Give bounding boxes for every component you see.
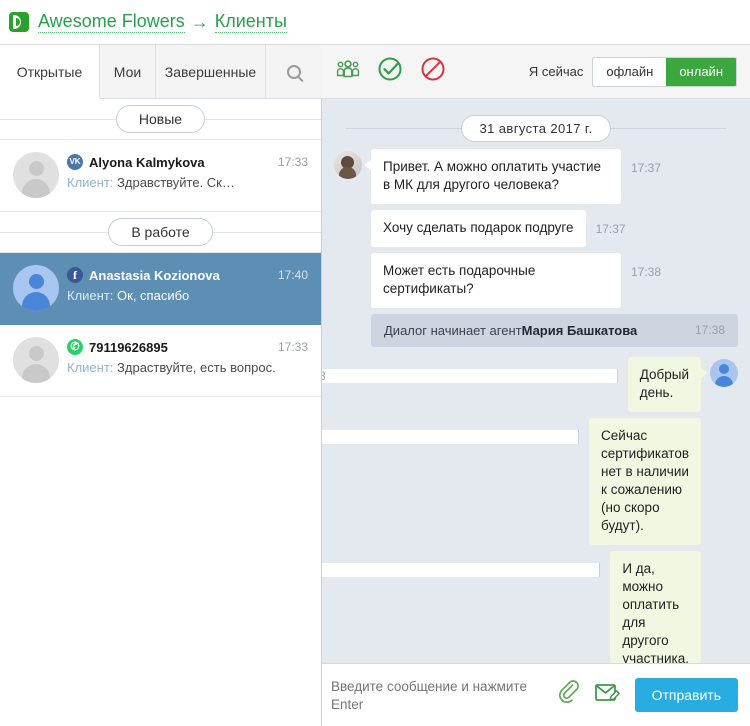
list-item[interactable]: ✆ 79119626895 17:33 Клиент: Здраствуйте,… <box>0 325 321 397</box>
conversation-sidebar: Открытые Мои Завершенные Новые VK Alyona… <box>0 45 322 726</box>
tab-open[interactable]: Открытые <box>0 45 100 99</box>
check-circle-icon[interactable] <box>377 56 403 87</box>
conversation-preview: Клиент: Здравствуйте. Ск… <box>67 175 308 190</box>
conversation-list[interactable]: Новые VK Alyona Kalmykova 17:33 Клиент: … <box>0 99 321 726</box>
whatsapp-icon: ✆ <box>67 339 83 355</box>
app-header: Awesome Flowers → Клиенты <box>0 0 750 44</box>
logo-d-icon <box>9 12 29 32</box>
message-row: 17:38 И да, можно оплатить для другого у… <box>322 551 738 663</box>
conversation-time: 17:40 <box>277 268 308 282</box>
message-time: 17:38 <box>694 323 725 337</box>
conversation-body: VK Alyona Kalmykova 17:33 Клиент: Здравс… <box>67 152 308 198</box>
message-composer: Отправить <box>322 663 750 726</box>
message-bubble: Добрый день. <box>627 357 709 412</box>
message-row: 17:38 Сейчас сертификатов нет в наличии … <box>322 418 738 545</box>
message-row: Хочу сделать подарок подруге 17:37 <box>334 210 738 247</box>
paperclip-icon[interactable] <box>555 679 581 711</box>
message-time: 17:37 <box>595 222 626 236</box>
date-label: 31 августа 2017 г. <box>460 114 612 142</box>
envelope-edit-icon[interactable] <box>594 682 621 709</box>
avatar <box>13 265 59 311</box>
sidebar-tabbar: Открытые Мои Завершенные <box>0 45 322 99</box>
main-split: Открытые Мои Завершенные Новые VK Alyona… <box>0 44 750 726</box>
conversation-preview: Клиент: Здраствуйте, есть вопрос. <box>67 360 308 375</box>
chat-panel: Я сейчас офлайн онлайн 31 августа 2017 г… <box>322 45 750 726</box>
breadcrumb-company[interactable]: Awesome Flowers <box>38 11 185 33</box>
breadcrumb-section[interactable]: Клиенты <box>214 11 287 33</box>
system-message-text: Диалог начинает агент <box>384 323 522 338</box>
ban-circle-icon[interactable] <box>420 56 446 87</box>
system-message-agent: Мария Башкатова <box>521 323 638 338</box>
date-divider: 31 августа 2017 г. <box>334 107 738 149</box>
group-divider-new: Новые <box>0 99 321 140</box>
vk-icon: VK <box>67 154 83 170</box>
facebook-icon: f <box>67 267 83 283</box>
message-list[interactable]: 31 августа 2017 г. Привет. А можно оплат… <box>322 99 750 663</box>
tab-completed[interactable]: Завершенные <box>156 45 266 98</box>
chat-toolbar: Я сейчас офлайн онлайн <box>322 45 750 99</box>
conversation-body: f Anastasia Kozionova 17:40 Клиент: Ок, … <box>67 265 308 311</box>
send-button[interactable]: Отправить <box>634 678 738 712</box>
composer-icons <box>555 679 621 711</box>
preview-sender: Клиент: <box>67 360 114 375</box>
message-bubble: И да, можно оплатить для другого участни… <box>610 551 701 663</box>
message-bubble: Сейчас сертификатов нет в наличии к сожа… <box>589 418 701 545</box>
message-input[interactable] <box>331 676 547 714</box>
status-toggle[interactable]: офлайн онлайн <box>592 56 737 87</box>
message-row: Привет. А можно оплатить участие в МК дл… <box>334 149 738 204</box>
system-message: Диалог начинает агент Мария Башкатова 17… <box>371 314 738 347</box>
avatar <box>334 151 362 179</box>
list-item[interactable]: VK Alyona Kalmykova 17:33 Клиент: Здравс… <box>0 140 321 212</box>
message-row: Может есть подарочные сертификаты? 17:38 <box>334 253 738 308</box>
preview-sender: Клиент: <box>67 288 114 303</box>
contact-name: Anastasia Kozionova <box>89 267 220 283</box>
message-time: 17:38 <box>322 563 601 577</box>
message-time: 17:38 <box>322 369 618 383</box>
message-bubble: Привет. А можно оплатить участие в МК дл… <box>364 149 621 204</box>
message-row: 17:38 Добрый день. <box>322 357 738 412</box>
conversation-title-row: VK Alyona Kalmykova 17:33 <box>67 154 308 170</box>
preview-sender: Клиент: <box>67 175 114 190</box>
chat-action-icons <box>336 56 446 87</box>
message-time: 17:37 <box>631 161 662 175</box>
avatar <box>710 359 738 387</box>
message-time: 17:38 <box>631 265 662 279</box>
message-bubble: Хочу сделать подарок подруге <box>371 210 586 247</box>
group-label: В работе <box>108 218 213 246</box>
conversation-preview: Клиент: Ок, спасибо <box>67 288 308 303</box>
avatar-placeholder-icon <box>13 337 59 383</box>
preview-text: Здраствуйте, есть вопрос. <box>117 360 276 375</box>
status-online-button[interactable]: онлайн <box>666 57 736 86</box>
avatar <box>13 337 59 383</box>
list-item[interactable]: f Anastasia Kozionova 17:40 Клиент: Ок, … <box>0 253 321 325</box>
conversation-title-row: ✆ 79119626895 17:33 <box>67 339 308 355</box>
preview-text: Здравствуйте. Ск… <box>117 175 235 190</box>
tab-search[interactable] <box>266 45 322 98</box>
conversation-time: 17:33 <box>277 340 308 354</box>
breadcrumb-arrow-icon: → <box>190 12 209 32</box>
group-people-icon[interactable] <box>336 59 360 84</box>
message-bubble: Может есть подарочные сертификаты? <box>371 253 621 308</box>
preview-text: Ок, спасибо <box>117 288 190 303</box>
search-icon <box>287 64 301 79</box>
contact-name: Alyona Kalmykova <box>89 154 205 170</box>
avatar-placeholder-icon <box>13 265 59 311</box>
avatar <box>13 152 59 198</box>
group-label: Новые <box>115 105 206 133</box>
status-label: Я сейчас <box>528 64 584 79</box>
tab-mine[interactable]: Мои <box>100 45 156 98</box>
group-divider-inprogress: В работе <box>0 212 321 253</box>
contact-name: 79119626895 <box>89 339 168 355</box>
conversation-title-row: f Anastasia Kozionova 17:40 <box>67 267 308 283</box>
message-time: 17:38 <box>322 430 580 444</box>
conversation-time: 17:33 <box>277 155 308 169</box>
avatar-placeholder-icon <box>13 152 59 198</box>
conversation-body: ✆ 79119626895 17:33 Клиент: Здраствуйте,… <box>67 337 308 383</box>
status-offline-button[interactable]: офлайн <box>593 57 667 86</box>
